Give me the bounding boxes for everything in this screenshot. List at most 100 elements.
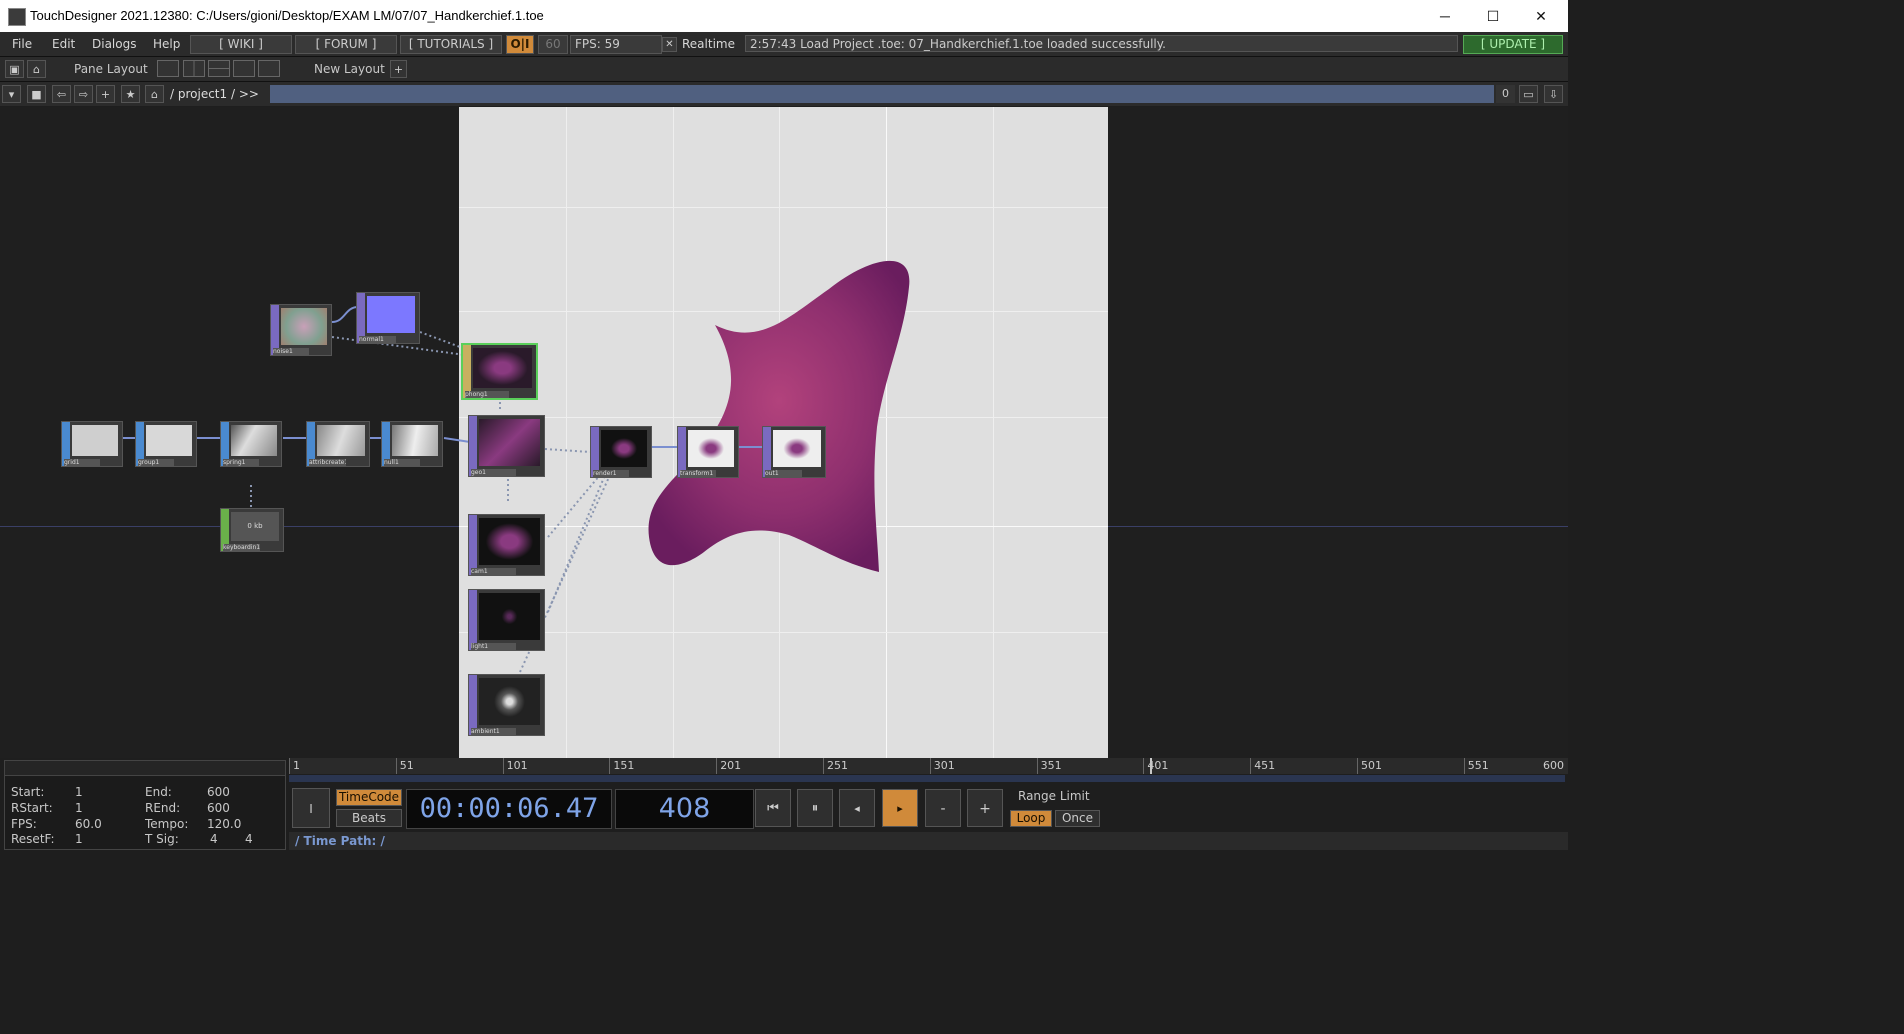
node-noise1[interactable]: noise1 — [270, 304, 332, 356]
node-label[interactable]: phong1 — [465, 391, 509, 398]
tutorials-button[interactable]: [ TUTORIALS ] — [400, 35, 502, 54]
node-label[interactable]: normal1 — [359, 336, 397, 343]
timecode-toggle[interactable]: TimeCode — [336, 789, 402, 806]
range-bar[interactable] — [289, 775, 1565, 782]
node-label[interactable]: group1 — [138, 459, 174, 466]
step-plus-button[interactable]: + — [967, 789, 1003, 827]
node-attribcreate1[interactable]: attribcreate1 — [306, 421, 370, 467]
back-icon[interactable]: ⇦ — [52, 85, 71, 103]
node-null1[interactable]: null1 — [381, 421, 443, 467]
node-transform1[interactable]: transform1 — [677, 426, 739, 478]
node-label[interactable]: render1 — [593, 470, 629, 477]
node-label[interactable]: attribcreate1 — [309, 459, 347, 466]
dropdown-icon[interactable]: ▾ — [2, 85, 21, 103]
ruler-tick: 551 — [1463, 758, 1489, 774]
node-label[interactable]: keyboardin1 — [223, 544, 261, 551]
stop-icon[interactable]: ■ — [27, 85, 46, 103]
pause-icon[interactable]: ⏸ — [797, 789, 833, 827]
step-minus-button[interactable]: - — [925, 789, 961, 827]
node-label[interactable]: null1 — [384, 459, 420, 466]
resetf-value[interactable]: 1 — [75, 832, 83, 846]
timecode-display[interactable]: 00:00:06.47 — [406, 789, 612, 829]
node-label[interactable]: cam1 — [471, 568, 516, 575]
node-label[interactable]: grid1 — [64, 459, 100, 466]
node-label[interactable]: noise1 — [273, 348, 309, 355]
add-icon[interactable]: + — [96, 85, 115, 103]
maximize-button[interactable]: ☐ — [1470, 0, 1516, 32]
home-icon[interactable]: ⌂ — [145, 85, 164, 103]
layout-single-button[interactable] — [157, 60, 179, 77]
rend-value[interactable]: 600 — [207, 801, 230, 815]
fps-cap-field[interactable]: 60 — [538, 35, 568, 54]
layout-split-vertical-button[interactable] — [183, 60, 205, 77]
tempo-value[interactable]: 120.0 — [207, 817, 241, 831]
fps-value[interactable]: 60.0 — [75, 817, 102, 831]
end-value[interactable]: 600 — [207, 785, 230, 799]
menu-dialogs[interactable]: Dialogs — [92, 37, 136, 51]
node-thumbnail — [392, 425, 438, 456]
layout-four-button[interactable] — [258, 60, 280, 77]
node-keyboardin1[interactable]: 0 kb keyboardin1 — [220, 508, 284, 552]
start-label: Start: — [11, 785, 45, 799]
perform-mode-button[interactable]: O|I — [506, 35, 534, 54]
node-label[interactable]: transform1 — [680, 470, 716, 477]
node-cam1[interactable]: cam1 — [468, 514, 545, 576]
playhead[interactable] — [1150, 758, 1152, 774]
menu-file[interactable]: File — [12, 37, 32, 51]
path-field[interactable] — [270, 85, 1494, 103]
network-path[interactable]: / project1 / >> — [170, 87, 259, 101]
tsig-numerator[interactable]: 4 — [210, 832, 218, 846]
node-group1[interactable]: group1 — [135, 421, 197, 467]
node-thumbnail — [479, 419, 540, 466]
forum-button[interactable]: [ FORUM ] — [295, 35, 397, 54]
node-thumbnail — [479, 593, 540, 640]
node-grid1[interactable]: grid1 — [61, 421, 123, 467]
menu-help[interactable]: Help — [153, 37, 180, 51]
node-light1[interactable]: light1 — [468, 589, 545, 651]
pin-icon[interactable]: ⇩ — [1544, 85, 1563, 103]
node-phong1[interactable]: phong1 — [461, 343, 538, 400]
tsig-denominator[interactable]: 4 — [245, 832, 253, 846]
layout-three-button[interactable] — [233, 60, 255, 77]
minimize-button[interactable]: ─ — [1422, 0, 1468, 32]
node-ambient1[interactable]: ambient1 — [468, 674, 545, 736]
layout-split-horizontal-button[interactable] — [208, 60, 230, 77]
node-type-strip — [469, 515, 477, 575]
once-toggle[interactable]: Once — [1055, 810, 1100, 827]
menu-edit[interactable]: Edit — [52, 37, 75, 51]
maximize-pane-icon[interactable]: ▭ — [1519, 85, 1538, 103]
frame-display[interactable]: 408 — [615, 789, 754, 829]
image-icon[interactable]: ▣ — [5, 60, 24, 78]
node-spring1[interactable]: spring1 — [220, 421, 282, 467]
title-bar: TouchDesigner 2021.12380: C:/Users/gioni… — [0, 0, 1568, 32]
node-label[interactable]: spring1 — [223, 459, 259, 466]
node-thumbnail — [72, 425, 118, 456]
play-icon[interactable]: ▸ — [882, 789, 918, 827]
timeline-ruler[interactable]: 1 51 101 151 201 251 301 351 401 451 501 551 600 — [289, 758, 1568, 774]
beats-toggle[interactable]: Beats — [336, 809, 402, 827]
start-value[interactable]: 1 — [75, 785, 83, 799]
close-button[interactable]: ✕ — [1518, 0, 1564, 32]
node-label[interactable]: light1 — [471, 643, 516, 650]
node-out1[interactable]: out1 — [762, 426, 826, 478]
star-icon[interactable]: ★ — [121, 85, 140, 103]
node-label[interactable]: ambient1 — [471, 728, 516, 735]
loop-toggle[interactable]: Loop — [1010, 810, 1052, 827]
node-label[interactable]: out1 — [765, 470, 803, 477]
time-slider-icon[interactable]: I — [292, 788, 330, 828]
network-icon[interactable]: ⌂ — [27, 60, 46, 78]
update-button[interactable]: [ UPDATE ] — [1463, 35, 1563, 54]
node-normal1[interactable]: normal1 — [356, 292, 420, 344]
forward-icon[interactable]: ⇨ — [74, 85, 93, 103]
node-render1[interactable]: render1 — [590, 426, 652, 478]
network-editor[interactable]: noise1 normal1 phong1 grid1 group1 spring1 att… — [0, 107, 1568, 758]
node-label[interactable]: geo1 — [471, 469, 516, 476]
wiki-button[interactable]: [ WIKI ] — [190, 35, 292, 54]
step-back-icon[interactable]: ◂ — [839, 789, 875, 827]
rstart-value[interactable]: 1 — [75, 801, 83, 815]
add-layout-button[interactable]: + — [390, 60, 407, 78]
node-geo1[interactable]: geo1 — [468, 415, 545, 477]
rewind-icon[interactable]: ⏮ — [755, 789, 791, 827]
realtime-checkbox[interactable]: ✕ — [662, 37, 677, 52]
status-message: 2:57:43 Load Project .toe: 07_Handkerchi… — [745, 35, 1458, 52]
